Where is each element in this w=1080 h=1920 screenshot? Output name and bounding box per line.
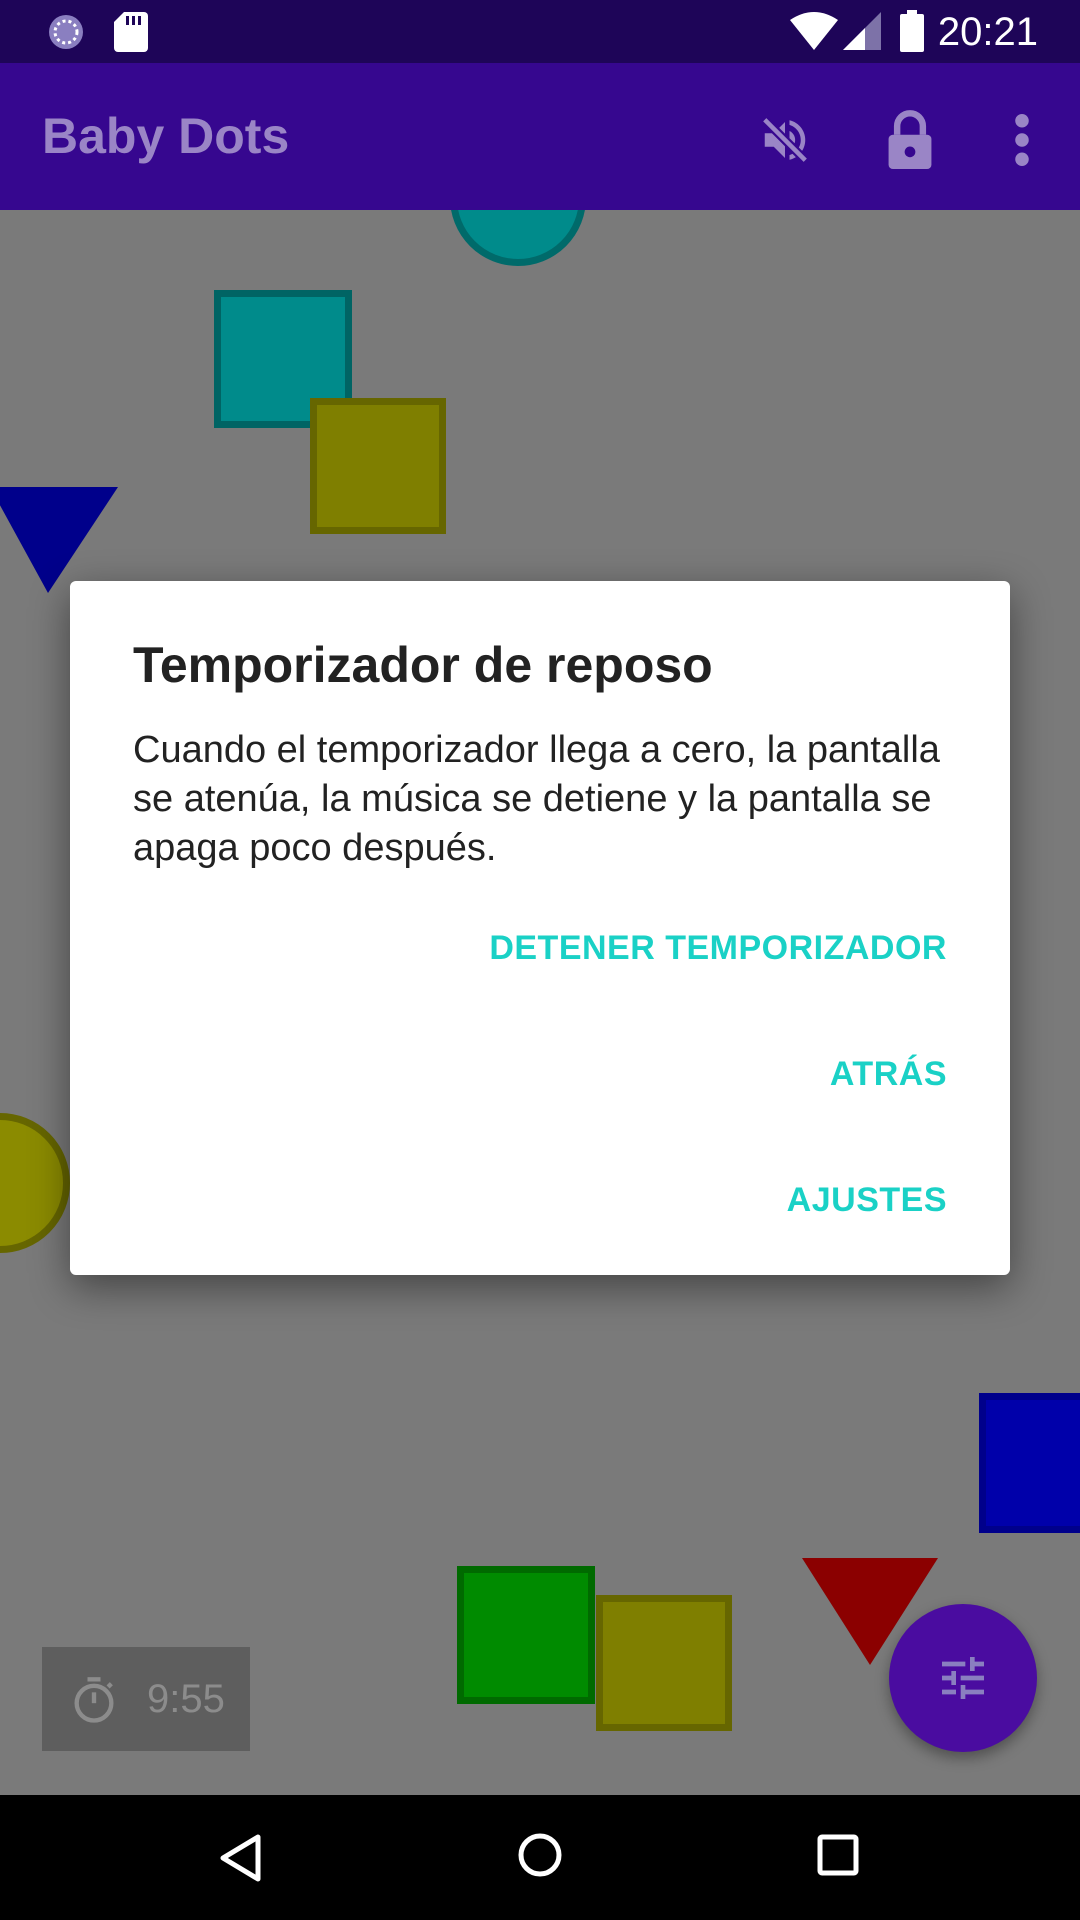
tune-icon [942,1657,984,1699]
timer-value: 9:55 [147,1677,225,1721]
volume-off-icon[interactable] [758,113,812,167]
back-button[interactable]: ATRÁS [830,1055,947,1094]
status-time: 20:21 [937,10,1038,54]
settings-button[interactable]: AJUSTES [787,1181,947,1220]
recents-nav-icon[interactable] [816,1833,860,1877]
timer-icon [74,1677,114,1723]
teal-circle [450,210,586,266]
dialog-title: Temporizador de reposo [133,637,713,693]
signal-icon [843,12,881,50]
wifi-icon [790,12,838,50]
app-bar: Baby Dots [0,63,1080,210]
olive-square-bottom [596,1595,732,1731]
home-nav-icon[interactable] [516,1831,564,1879]
dialog-message: Cuando el temporizador llega a cero, la … [133,729,940,869]
back-nav-icon[interactable] [218,1833,264,1883]
olive-square [310,398,446,534]
app-title: Baby Dots [42,108,290,164]
battery-icon [900,10,924,52]
sync-icon [49,15,83,49]
settings-fab[interactable] [889,1604,1037,1752]
more-vert-icon[interactable] [1012,113,1032,167]
lock-icon[interactable] [884,109,936,169]
olive-circle [0,1113,70,1253]
green-square [457,1566,595,1704]
navigation-bar [0,1795,1080,1920]
sleep-timer-dialog: Temporizador de reposo Cuando el tempori… [70,581,1010,1275]
blue-square [979,1393,1080,1533]
status-bar: 20:21 [0,0,1080,63]
sd-card-icon [114,12,148,52]
sleep-timer-chip[interactable]: 9:55 [42,1647,250,1751]
stop-timer-button[interactable]: DETENER TEMPORIZADOR [489,929,947,968]
